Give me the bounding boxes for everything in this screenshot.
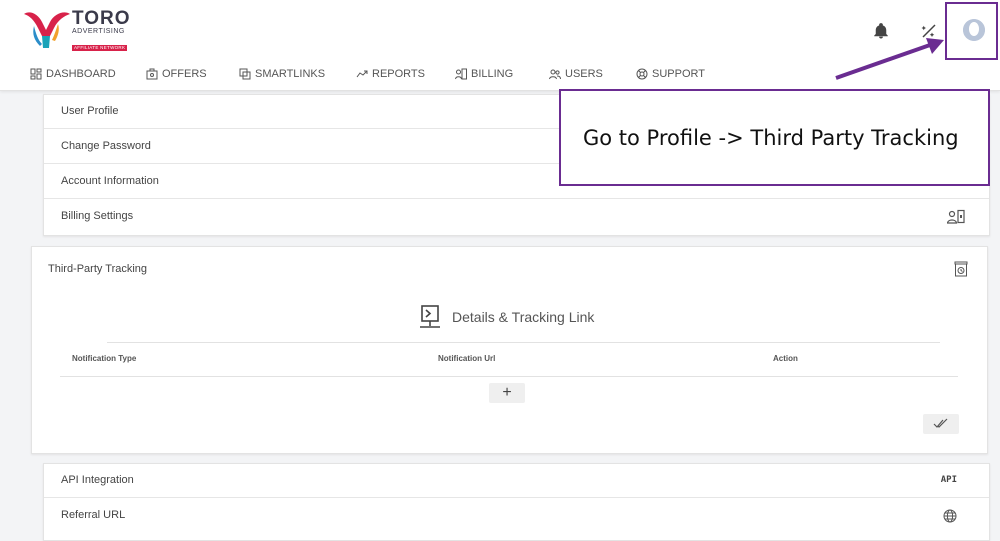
nav-label: OFFERS	[162, 68, 207, 80]
nav-users[interactable]: USERS	[549, 68, 603, 80]
brand-name: TORO	[72, 8, 131, 29]
support-icon	[636, 68, 648, 80]
nav-label: USERS	[565, 68, 603, 80]
menu-item-label: Billing Settings	[61, 210, 134, 222]
card-title: Third-Party Tracking	[48, 263, 148, 275]
nav-label: REPORTS	[372, 68, 425, 80]
logo-wordmark: TORO ADVERTISING AFFILIATE NETWORK	[72, 9, 131, 54]
users-icon	[549, 69, 561, 80]
nav-reports[interactable]: REPORTS	[356, 68, 425, 80]
add-notification-button[interactable]: +	[489, 383, 525, 403]
profile-highlight[interactable]	[945, 2, 998, 60]
tracking-timer-icon[interactable]	[954, 261, 968, 277]
terminal-monitor-icon	[420, 305, 440, 328]
nav-label: DASHBOARD	[46, 68, 116, 80]
menu-item-label: API Integration	[61, 474, 134, 486]
third-party-tracking-card: Third-Party Tracking Details & Tracking …	[31, 246, 988, 454]
menu-item-label: Account Information	[61, 175, 159, 187]
nav-billing[interactable]: BILLING	[455, 68, 513, 80]
save-check-button[interactable]	[923, 414, 959, 434]
menu-item-label: User Profile	[61, 105, 119, 117]
nav-label: BILLING	[471, 68, 514, 80]
avatar-icon[interactable]	[963, 19, 985, 41]
brand-sub: ADVERTISING	[72, 28, 125, 35]
column-header-action: Action	[773, 354, 798, 363]
double-check-icon	[933, 418, 948, 428]
nav-dashboard[interactable]: DASHBOARD	[30, 68, 116, 80]
nav-label: SMARTLINKS	[255, 68, 326, 80]
billing-settings-icon	[947, 209, 965, 224]
callout-text: Go to Profile -> Third Party Tracking	[583, 126, 959, 150]
menu-item-billing-settings[interactable]: Billing Settings	[44, 200, 989, 234]
menu-item-label: Referral URL	[61, 509, 126, 521]
smartlinks-icon	[239, 68, 251, 80]
menu-item-referral-url[interactable]: Referral URL	[44, 499, 989, 533]
integration-menu-card: API Integration API Referral URL	[43, 463, 990, 541]
column-header-notification-type: Notification Type	[72, 354, 137, 363]
billing-icon	[455, 68, 467, 80]
menu-item-label: Change Password	[61, 140, 151, 152]
section-divider	[107, 342, 940, 343]
reports-icon	[356, 70, 368, 78]
globe-icon	[943, 509, 957, 523]
pointer-arrow-icon	[835, 38, 944, 80]
nav-support[interactable]: SUPPORT	[636, 68, 705, 80]
brand-badge: AFFILIATE NETWORK	[72, 45, 128, 51]
logo-mark-icon	[24, 12, 70, 48]
details-section-header: Details & Tracking Link	[418, 304, 594, 330]
offers-icon	[146, 68, 158, 80]
nav-label: SUPPORT	[652, 68, 705, 80]
api-icon: API	[940, 475, 957, 485]
menu-item-api-integration[interactable]: API Integration API	[44, 464, 989, 498]
column-header-notification-url: Notification Url	[438, 354, 496, 363]
dashboard-icon	[30, 68, 42, 80]
nav-smartlinks[interactable]: SMARTLINKS	[239, 68, 325, 80]
instruction-callout: Go to Profile -> Third Party Tracking	[559, 89, 990, 186]
table-divider	[60, 376, 958, 377]
section-title: Details & Tracking Link	[452, 309, 595, 325]
nav-offers[interactable]: OFFERS	[146, 68, 207, 80]
